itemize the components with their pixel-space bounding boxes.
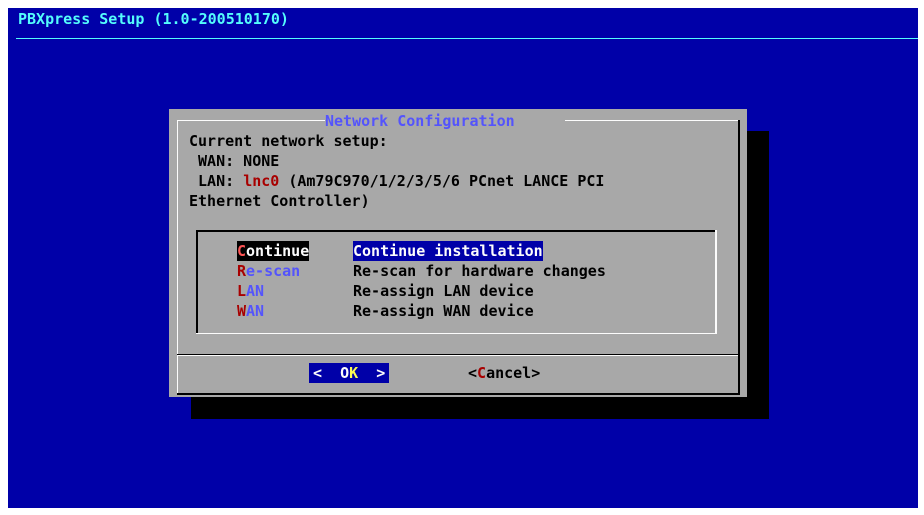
cancel-button[interactable]: <Cancel> — [468, 363, 540, 383]
dialog-frame-bottom — [177, 393, 740, 395]
ok-button-label: O — [340, 364, 350, 382]
menu-item-lan[interactable]: LAN Re-assign LAN device — [196, 281, 717, 301]
menu-item-description: Re-scan for hardware changes — [353, 262, 606, 280]
menu-item-hotkey: W — [237, 302, 247, 320]
menu-frame-top — [196, 230, 717, 232]
menu-item-rescan[interactable]: Re-scan Re-scan for hardware changes — [196, 261, 717, 281]
cancel-button-hotkey: C — [477, 364, 487, 382]
menu-item-wan[interactable]: WAN Re-assign WAN device — [196, 301, 717, 321]
menu-item-tag-text: AN — [246, 282, 265, 300]
wan-status: WAN: NONE — [189, 152, 280, 170]
lan-device-description: (Am79C970/1/2/3/5/6 PCnet LANCE PCI — [279, 172, 605, 190]
menu-frame-bottom — [196, 333, 717, 334]
menu-item-tag: LAN — [237, 281, 264, 301]
ok-button-left-bracket: < — [313, 364, 341, 382]
lan-device-description-cont: Ethernet Controller) — [189, 192, 370, 210]
lan-label: LAN: — [189, 172, 244, 190]
dialog-frame-top-left — [177, 120, 325, 121]
ok-button-hotkey: K — [349, 364, 359, 382]
lan-device-name: lnc0 — [243, 172, 280, 190]
menu-item-hotkey: L — [237, 282, 247, 300]
menu-item-tag: Continue — [237, 241, 310, 261]
network-setup-text: Current network setup: WAN: NONE LAN: ln… — [189, 131, 604, 211]
menu-item-hotkey: C — [237, 242, 247, 260]
menu-item-description: Re-assign LAN device — [353, 282, 534, 300]
menu-item-tag-text: ontinue — [246, 242, 310, 260]
cancel-button-left-bracket: < — [468, 364, 478, 382]
dialog-frame-right — [738, 120, 740, 394]
ok-button-right-bracket: > — [358, 364, 386, 382]
backtitle-divider — [16, 38, 918, 39]
setup-heading: Current network setup: — [189, 132, 388, 150]
menu-item-description: Re-assign WAN device — [353, 302, 534, 320]
dialog-frame-top-right — [565, 120, 739, 121]
cancel-button-right-bracket: > — [531, 364, 541, 382]
cancel-button-label: ancel — [486, 364, 532, 382]
menu-item-hotkey: R — [237, 262, 247, 280]
menu-list: Continue Continue installation Re-scan R… — [196, 230, 717, 334]
terminal-screen: PBXpress Setup (1.0-200510170) Network C… — [8, 8, 918, 508]
menu-item-tag-text: AN — [246, 302, 265, 320]
menu-item-tag: WAN — [237, 301, 264, 321]
dialog-frame-left — [177, 120, 178, 394]
menu-item-continue[interactable]: Continue Continue installation — [196, 241, 717, 261]
ok-button[interactable]: < OK > — [309, 363, 390, 383]
menu-item-tag-text: e-scan — [246, 262, 301, 280]
setup-backtitle: PBXpress Setup (1.0-200510170) — [18, 10, 289, 28]
dialog-title: Network Configuration — [325, 111, 515, 131]
menu-item-tag: Re-scan — [237, 261, 300, 281]
menu-item-description: Continue installation — [353, 241, 543, 261]
network-configuration-dialog: Network Configuration Current network se… — [169, 109, 747, 397]
